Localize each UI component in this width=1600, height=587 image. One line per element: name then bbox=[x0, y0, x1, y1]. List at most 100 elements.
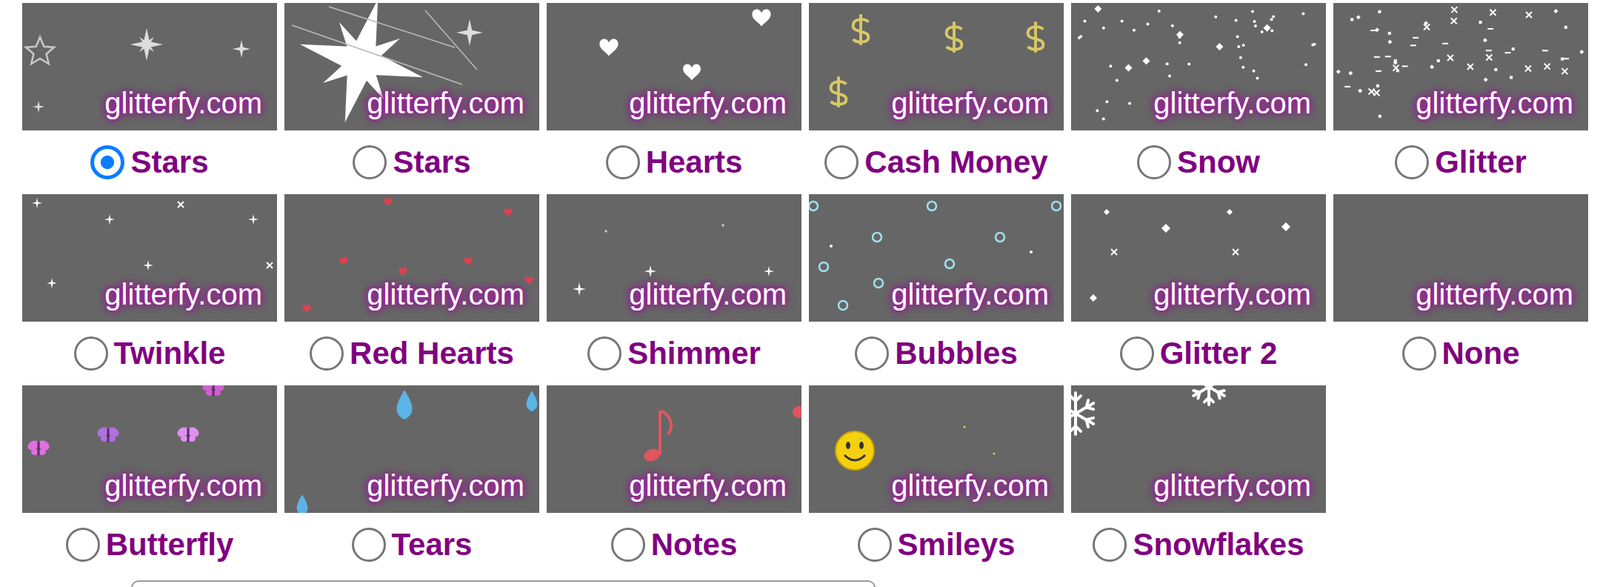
effect-preview[interactable]: glitterfy.com bbox=[1333, 2, 1589, 131]
effect-option: glitterfy.com Butterfly bbox=[22, 385, 278, 577]
radio-button[interactable] bbox=[65, 527, 100, 562]
effect-label[interactable]: Tears bbox=[391, 527, 473, 562]
effect-preview[interactable]: glitterfy.com bbox=[22, 2, 278, 131]
effect-choice[interactable]: Stars bbox=[22, 130, 278, 195]
effect-choice[interactable]: Shimmer bbox=[546, 321, 802, 386]
effect-preview[interactable]: glitterfy.com bbox=[808, 2, 1064, 131]
effect-choice[interactable]: Red Hearts bbox=[284, 321, 540, 386]
watermark-text: glitterfy.com bbox=[628, 277, 787, 312]
effect-preview[interactable]: glitterfy.com bbox=[1333, 194, 1589, 322]
effect-option: glitterfy.com Snowflakes bbox=[1071, 385, 1326, 577]
effect-choice[interactable]: Bubbles bbox=[808, 321, 1064, 386]
effect-label[interactable]: Cash Money bbox=[864, 145, 1048, 180]
effect-preview[interactable]: glitterfy.com bbox=[284, 2, 540, 131]
effect-preview[interactable]: glitterfy.com bbox=[1071, 194, 1326, 322]
effect-option: glitterfy.com Cash Money bbox=[808, 2, 1064, 195]
effect-choice[interactable]: Twinkle bbox=[22, 321, 278, 386]
effect-label[interactable]: Red Hearts bbox=[349, 336, 515, 371]
effect-choice[interactable]: None bbox=[1333, 321, 1589, 386]
effect-choice[interactable]: Notes bbox=[546, 512, 802, 577]
watermark-text: glitterfy.com bbox=[891, 85, 1049, 120]
effect-preview[interactable]: glitterfy.com bbox=[808, 194, 1064, 322]
watermark-text: glitterfy.com bbox=[104, 277, 263, 312]
effect-label[interactable]: Snowflakes bbox=[1132, 527, 1304, 562]
effect-choice[interactable]: Tears bbox=[284, 512, 540, 577]
radio-button[interactable] bbox=[1092, 527, 1127, 562]
effect-choice[interactable]: Cash Money bbox=[808, 130, 1064, 195]
effect-label[interactable]: Glitter bbox=[1434, 145, 1527, 180]
effect-choice[interactable]: Stars bbox=[284, 130, 540, 195]
radio-button[interactable] bbox=[352, 145, 387, 180]
effect-choice[interactable]: Glitter bbox=[1333, 130, 1589, 195]
watermark-text: glitterfy.com bbox=[891, 277, 1049, 312]
radio-button[interactable] bbox=[587, 336, 622, 371]
effect-option: glitterfy.com Red Hearts bbox=[284, 194, 540, 386]
effect-choice[interactable]: Hearts bbox=[546, 130, 802, 195]
effect-preview[interactable]: glitterfy.com bbox=[22, 194, 278, 322]
watermark-text: glitterfy.com bbox=[1153, 85, 1312, 120]
text-input[interactable] bbox=[131, 580, 876, 587]
effect-option: glitterfy.com Shimmer bbox=[546, 194, 802, 386]
watermark-text: glitterfy.com bbox=[366, 277, 525, 312]
effect-grid: glitterfy.comStarsglitterfy.comStarsglit… bbox=[22, 2, 1600, 577]
effect-option: glitterfy.com Stars bbox=[284, 2, 540, 195]
watermark-text: glitterfy.com bbox=[366, 85, 525, 120]
watermark-text: glitterfy.com bbox=[104, 85, 263, 120]
radio-button[interactable] bbox=[351, 527, 386, 562]
radio-button[interactable] bbox=[857, 527, 892, 562]
effect-label[interactable]: Bubbles bbox=[894, 336, 1018, 371]
effect-picker: glitterfy.comStarsglitterfy.comStarsglit… bbox=[0, 0, 1600, 587]
effect-option: glitterfy.com Snow bbox=[1071, 2, 1326, 195]
effect-option: glitterfy.com Tears bbox=[284, 385, 540, 577]
effect-label[interactable]: Snow bbox=[1177, 145, 1260, 180]
watermark-text: glitterfy.com bbox=[1153, 468, 1312, 503]
radio-button[interactable] bbox=[611, 527, 646, 562]
effect-label[interactable]: Stars bbox=[392, 145, 471, 180]
watermark-text: glitterfy.com bbox=[628, 85, 787, 120]
effect-preview[interactable]: glitterfy.com bbox=[22, 385, 278, 513]
effect-choice[interactable]: Butterfly bbox=[22, 512, 278, 577]
radio-button[interactable] bbox=[1120, 336, 1155, 371]
effect-choice[interactable]: Smileys bbox=[808, 512, 1064, 577]
effect-preview[interactable]: glitterfy.com bbox=[1071, 2, 1326, 131]
effect-option: glitterfy.com Glitter 2 bbox=[1071, 194, 1326, 386]
watermark-text: glitterfy.com bbox=[628, 468, 787, 503]
radio-button[interactable] bbox=[74, 336, 109, 371]
effect-label[interactable]: Hearts bbox=[645, 145, 743, 180]
effect-preview[interactable]: glitterfy.com bbox=[284, 385, 540, 513]
effect-option: glitterfy.com None bbox=[1333, 194, 1589, 386]
effect-label[interactable]: Smileys bbox=[897, 527, 1016, 562]
effect-preview[interactable]: glitterfy.com bbox=[546, 194, 802, 322]
watermark-text: glitterfy.com bbox=[891, 468, 1049, 503]
radio-button[interactable] bbox=[1394, 145, 1429, 180]
effect-option: glitterfy.com Bubbles bbox=[808, 194, 1064, 386]
effect-choice[interactable]: Snowflakes bbox=[1071, 512, 1326, 577]
effect-label[interactable]: Notes bbox=[651, 527, 738, 562]
effect-label[interactable]: Butterfly bbox=[105, 527, 235, 562]
effect-option: glitterfy.com Hearts bbox=[546, 2, 802, 195]
effect-preview[interactable]: glitterfy.com bbox=[1071, 385, 1326, 513]
effect-preview[interactable]: glitterfy.com bbox=[546, 2, 802, 131]
effect-option: glitterfy.com Glitter bbox=[1333, 2, 1589, 195]
effect-preview[interactable]: glitterfy.com bbox=[284, 194, 540, 322]
radio-button[interactable] bbox=[309, 336, 344, 371]
effect-label[interactable]: Shimmer bbox=[627, 336, 761, 371]
effect-choice[interactable]: Snow bbox=[1071, 130, 1326, 195]
watermark-text: glitterfy.com bbox=[1153, 277, 1312, 312]
effect-label[interactable]: Glitter 2 bbox=[1160, 336, 1278, 371]
radio-button[interactable] bbox=[605, 145, 640, 180]
radio-button[interactable] bbox=[854, 336, 889, 371]
radio-button[interactable] bbox=[90, 145, 125, 180]
effect-preview[interactable]: glitterfy.com bbox=[546, 385, 802, 513]
effect-label[interactable]: Stars bbox=[130, 145, 209, 180]
effect-preview[interactable]: glitterfy.com bbox=[808, 385, 1064, 513]
effect-label[interactable]: None bbox=[1442, 336, 1520, 371]
radio-button[interactable] bbox=[1402, 336, 1437, 371]
effect-choice[interactable]: Glitter 2 bbox=[1071, 321, 1326, 386]
effect-option: glitterfy.com Stars bbox=[22, 2, 278, 195]
radio-button[interactable] bbox=[824, 145, 859, 180]
effect-label[interactable]: Twinkle bbox=[114, 336, 226, 371]
radio-button[interactable] bbox=[1137, 145, 1172, 180]
effect-option: glitterfy.com Smileys bbox=[808, 385, 1064, 577]
watermark-text: glitterfy.com bbox=[366, 468, 525, 503]
